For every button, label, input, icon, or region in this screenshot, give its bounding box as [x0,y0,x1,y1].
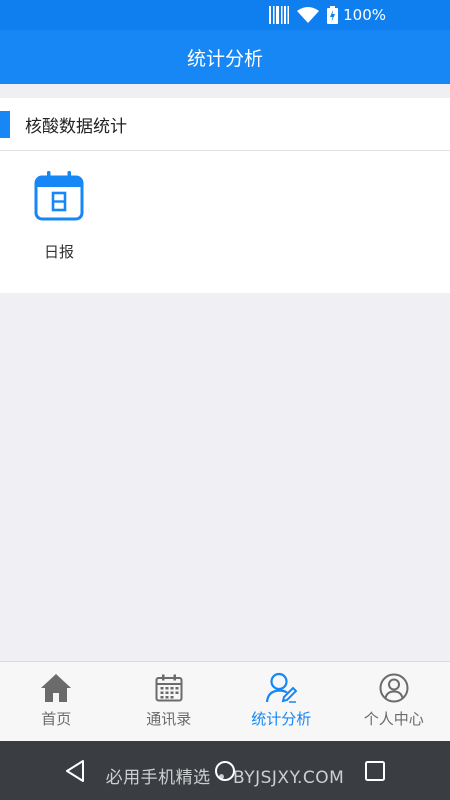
tab-contacts[interactable]: 通讯录 [113,662,226,741]
section-grid: 日报 [0,151,450,262]
tab-statistics-label: 统计分析 [251,710,312,728]
calendar-icon [34,171,84,225]
user-circle-icon [379,671,409,705]
calendar-grid-icon [155,671,183,705]
page-title: 统计分析 [186,47,263,70]
barcode-icon [269,6,290,24]
daily-report-label: 日报 [43,243,74,261]
tab-home[interactable]: 首页 [0,662,113,741]
daily-report-item[interactable]: 日报 [31,171,87,262]
tab-statistics[interactable]: 统计分析 [225,662,338,741]
app-screen: 100% 统计分析 核酸数据统计 日报 首页 通讯录 统计分析 个人中心 必用手… [0,0,450,800]
battery-percentage: 100% [343,6,386,24]
wifi-icon [297,7,320,23]
tab-profile-label: 个人中心 [363,710,424,728]
user-edit-icon [265,671,298,705]
tab-home-label: 首页 [41,710,72,728]
home-button-icon[interactable] [205,751,245,791]
recents-icon[interactable] [355,751,395,791]
bottom-tab-bar: 首页 通讯录 统计分析 个人中心 [0,661,450,741]
statistics-card: 核酸数据统计 日报 [0,98,450,293]
battery-icon [327,6,339,24]
back-icon[interactable] [55,751,95,791]
tab-contacts-label: 通讯录 [146,710,192,728]
section-accent-bar [0,111,10,138]
section-title: 核酸数据统计 [25,116,127,137]
section-header: 核酸数据统计 [0,98,450,151]
status-bar: 100% [0,0,450,30]
tab-profile[interactable]: 个人中心 [338,662,450,741]
system-nav-bar [0,741,450,800]
home-icon [40,671,72,705]
title-bar: 统计分析 [0,30,450,84]
